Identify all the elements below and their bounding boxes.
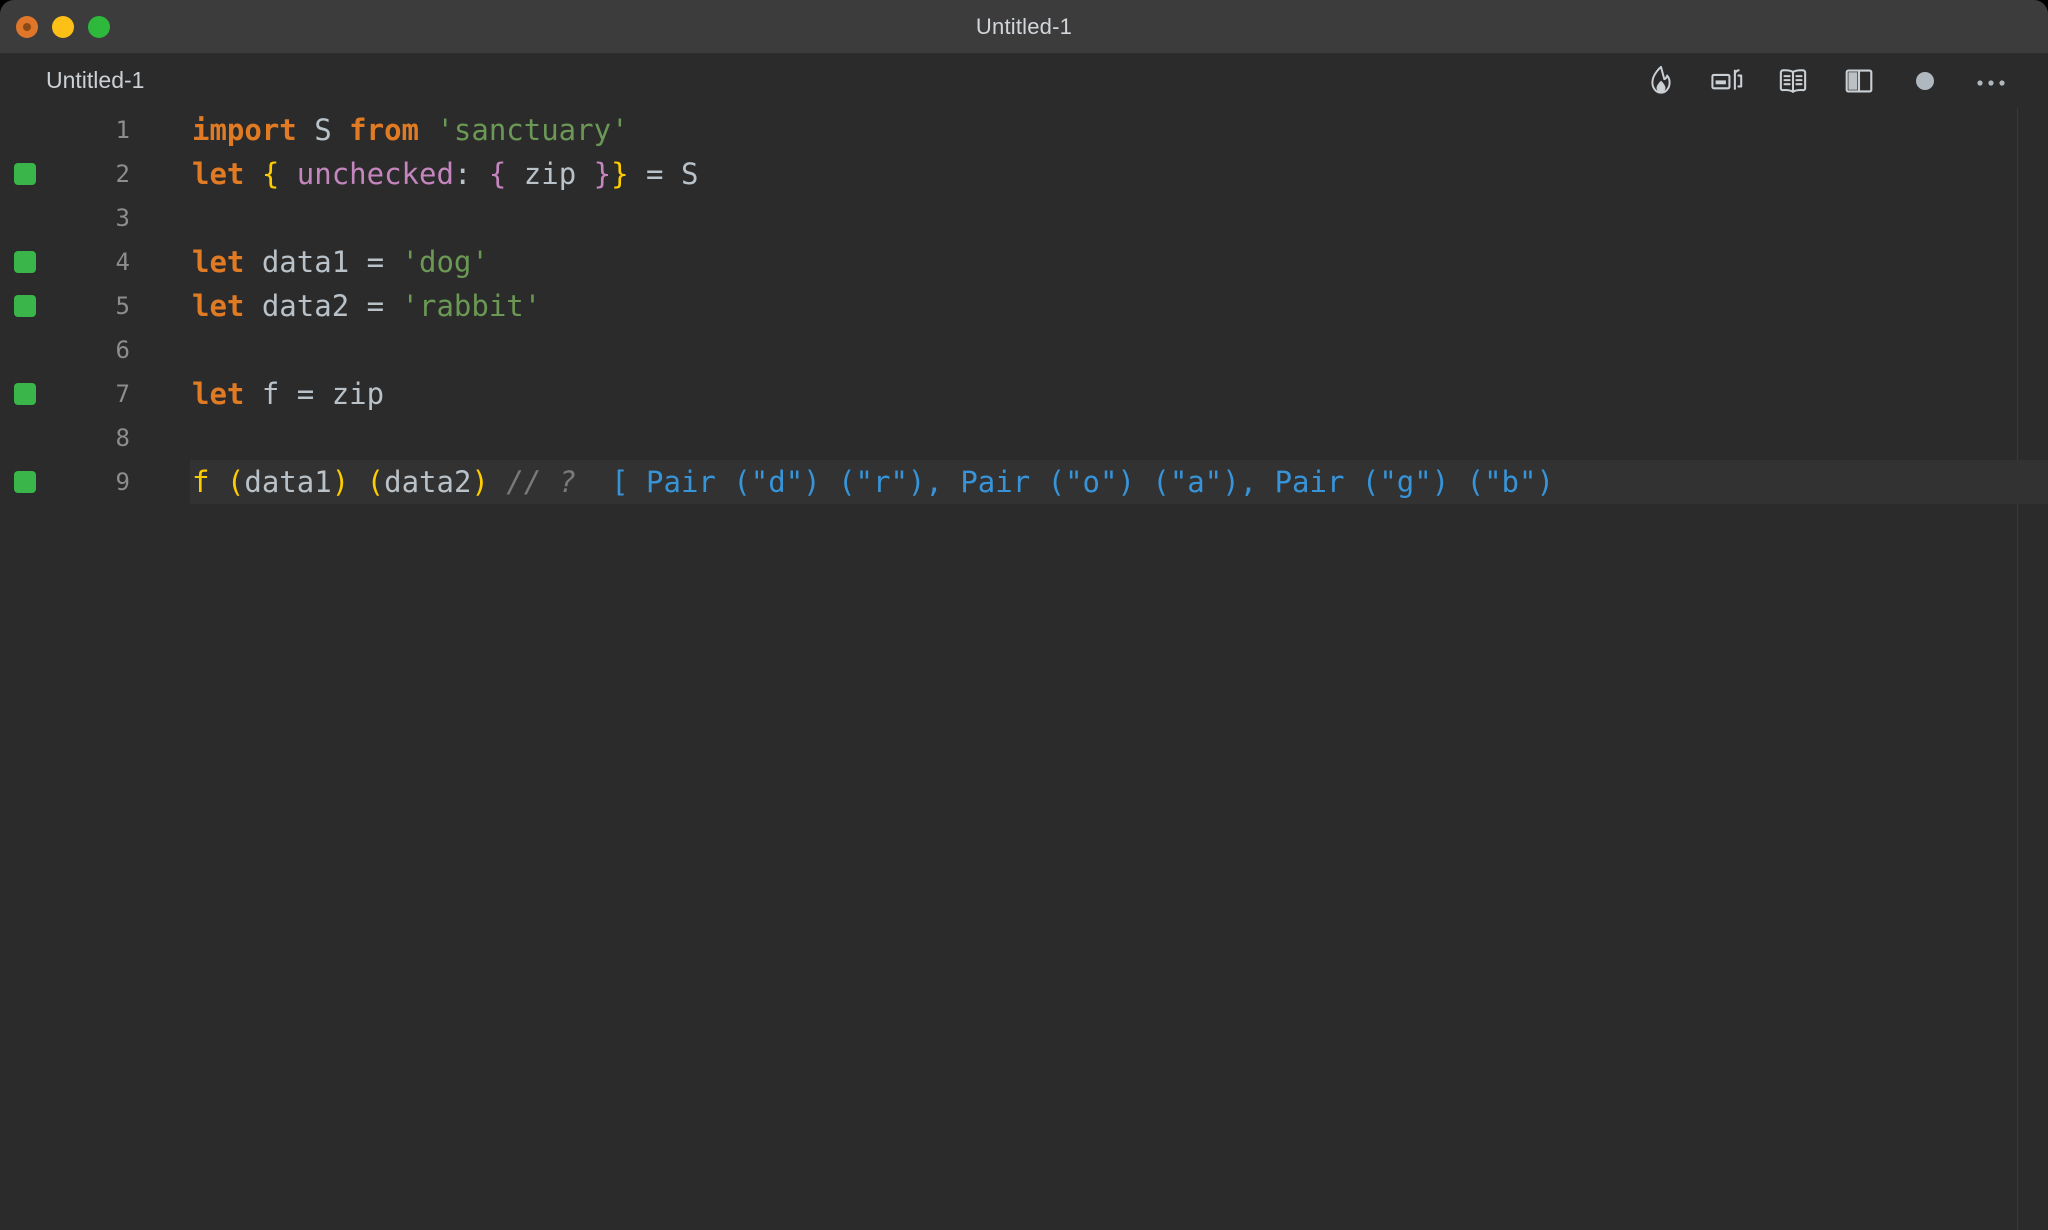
- code-line[interactable]: 1 import S from 'sanctuary': [0, 108, 2048, 152]
- editor-window: Untitled-1 Untitled-1 1 import S from 's…: [0, 0, 2048, 1230]
- code-text[interactable]: f (data1) (data2) // ? [ Pair ("d") ("r"…: [192, 460, 1554, 504]
- code-token: ): [471, 465, 489, 499]
- code-token: S: [296, 113, 350, 147]
- code-token: // ?: [506, 465, 577, 499]
- code-text[interactable]: let f = zip: [192, 372, 384, 416]
- code-token: let: [192, 245, 245, 279]
- code-token: unchecked: [296, 157, 454, 191]
- code-token: from: [349, 113, 419, 147]
- code-token: (: [226, 465, 245, 499]
- maximize-button[interactable]: [88, 15, 110, 38]
- code-text[interactable]: let data2 = 'rabbit': [192, 284, 541, 328]
- line-number: 3: [115, 204, 130, 232]
- code-token: zip: [506, 157, 594, 191]
- code-text[interactable]: let data1 = 'dog': [192, 240, 489, 284]
- code-token: f: [192, 465, 227, 499]
- code-token: import: [192, 113, 297, 147]
- tab-bar: Untitled-1: [0, 53, 2048, 108]
- code-token: }: [611, 157, 629, 191]
- window-controls: [16, 15, 110, 38]
- code-line[interactable]: 6: [0, 328, 2048, 372]
- code-token: data2: [384, 465, 472, 499]
- line-number: 5: [115, 292, 130, 320]
- code-token: 'sanctuary': [436, 113, 629, 147]
- run-preview-icon[interactable]: [1694, 53, 1760, 108]
- line-number: 9: [115, 468, 130, 496]
- line-number: 6: [115, 336, 130, 364]
- code-token: let: [192, 157, 245, 191]
- more-menu-icon[interactable]: [1958, 53, 2024, 108]
- code-text[interactable]: let { unchecked: { zip }} = S: [192, 152, 698, 196]
- code-token: (: [366, 465, 385, 499]
- code-line[interactable]: 3: [0, 196, 2048, 240]
- code-token: 'rabbit': [401, 289, 542, 323]
- code-lines: 1 import S from 'sanctuary' 2 let { uncheck…: [0, 108, 2048, 504]
- code-token: data1: [244, 465, 332, 499]
- code-token: [ Pair ("d") ("r"), Pair ("o") ("a"), Pa…: [611, 465, 1554, 499]
- code-token: let: [192, 289, 245, 323]
- code-line[interactable]: 8: [0, 416, 2048, 460]
- code-editor[interactable]: 1 import S from 'sanctuary' 2 let { uncheck…: [0, 108, 2048, 1230]
- code-token: = S: [628, 157, 699, 191]
- editor-toolbar: [1628, 53, 2024, 108]
- minimize-button[interactable]: [52, 15, 74, 38]
- code-token: }: [593, 157, 612, 191]
- code-token: {: [261, 157, 280, 191]
- code-line[interactable]: 4 let data1 = 'dog': [0, 240, 2048, 284]
- title-bar: Untitled-1: [0, 0, 2048, 53]
- book-icon[interactable]: [1760, 53, 1826, 108]
- app-root: Untitled-1 Untitled-1 1 import S from 's…: [0, 0, 2048, 1230]
- code-token: data2 =: [244, 289, 402, 323]
- close-button[interactable]: [16, 15, 38, 38]
- code-token: f = zip: [244, 377, 385, 411]
- tab-untitled-1[interactable]: Untitled-1: [46, 67, 144, 94]
- code-line[interactable]: 5 let data2 = 'rabbit': [0, 284, 2048, 328]
- window-title: Untitled-1: [975, 13, 1073, 39]
- code-token: {: [488, 157, 507, 191]
- code-token: 'dog': [401, 245, 489, 279]
- line-number: 7: [115, 380, 130, 408]
- unsaved-dot-icon[interactable]: [1892, 53, 1958, 108]
- code-token: ): [331, 465, 350, 499]
- code-line[interactable]: 7 let f = zip: [0, 372, 2048, 416]
- flame-icon[interactable]: [1628, 53, 1694, 108]
- code-token: data1 =: [244, 245, 402, 279]
- line-number: 8: [115, 424, 130, 452]
- code-line[interactable]: 9f (data1) (data2) // ? [ Pair ("d") ("r…: [0, 460, 2048, 504]
- code-line[interactable]: 2 let { unchecked: { zip }} = S: [0, 152, 2048, 196]
- line-number: 4: [115, 248, 130, 276]
- code-token: let: [192, 377, 245, 411]
- code-text[interactable]: import S from 'sanctuary': [192, 108, 629, 152]
- line-number: 1: [115, 116, 130, 144]
- split-editor-icon[interactable]: [1826, 53, 1892, 108]
- line-number: 2: [115, 160, 130, 188]
- code-token: :: [453, 157, 489, 191]
